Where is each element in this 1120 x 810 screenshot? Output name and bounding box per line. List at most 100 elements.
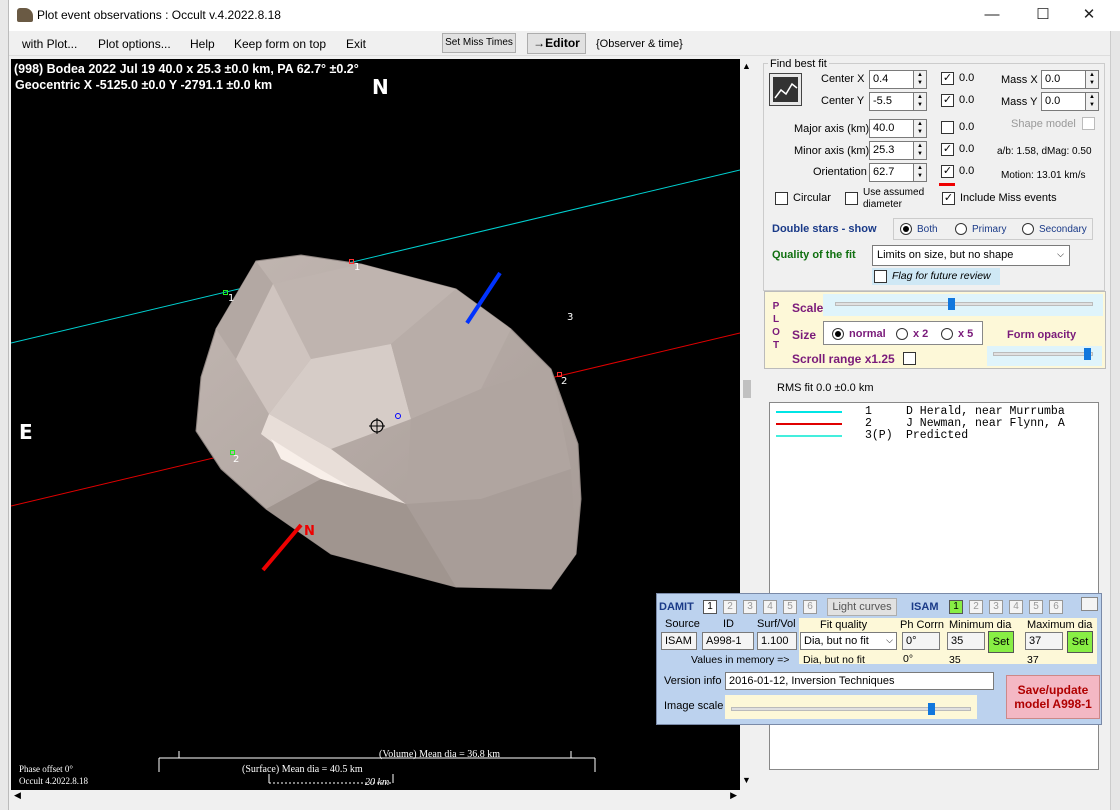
flag-review-checkbox[interactable] [874, 270, 887, 283]
scroll-down-icon[interactable]: ▼ [742, 775, 751, 785]
version-info-field[interactable]: 2016-01-12, Inversion Techniques [725, 672, 994, 690]
shape-model-checkbox[interactable] [1082, 117, 1095, 130]
center-y-checkbox[interactable]: ✓ [941, 94, 954, 107]
minimize-button[interactable]: — [972, 4, 1012, 26]
close-button[interactable]: ✕ [1069, 4, 1109, 26]
menu-help[interactable]: Help [190, 37, 215, 51]
damit-tab-1[interactable]: 1 [703, 600, 717, 614]
scroll-left-icon[interactable]: ◀ [14, 790, 21, 801]
scroll-right-icon[interactable]: ▶ [730, 790, 737, 801]
chevron-down-icon: ⌵ [886, 635, 893, 645]
minor-axis-spinner[interactable]: ▲ ▼ [913, 141, 927, 160]
scroll-thumb[interactable] [743, 380, 751, 398]
plot-canvas[interactable]: (998) Bodea 2022 Jul 19 40.0 x 25.3 ±0.0… [11, 59, 740, 790]
major-axis-spinner[interactable]: ▲ ▼ [913, 119, 927, 138]
isam-tab-4[interactable]: 4 [1009, 600, 1023, 614]
menu-exit[interactable]: Exit [346, 37, 366, 51]
damit-tab-2[interactable]: 2 [723, 600, 737, 614]
circular-checkbox[interactable] [775, 192, 788, 205]
isam-tab-6[interactable]: 6 [1049, 600, 1063, 614]
orientation-checkbox[interactable]: ✓ [941, 165, 954, 178]
damit-tab-6[interactable]: 6 [803, 600, 817, 614]
best-fit-button[interactable] [769, 73, 802, 106]
save-update-model-button[interactable]: Save/update model A998-1 [1006, 675, 1100, 719]
major-axis-checkbox[interactable] [941, 121, 954, 134]
set-miss-times-button[interactable]: Set Miss Times [442, 33, 516, 53]
version-label: Occult 4.2022.8.18 [19, 776, 88, 786]
set-min-button[interactable]: Set [988, 631, 1014, 653]
image-scale-slider-thumb[interactable] [928, 703, 936, 715]
mass-y-spinner[interactable]: ▲ ▼ [1085, 92, 1099, 111]
menu-plot-options[interactable]: Plot options... [98, 37, 171, 51]
legend-bottom [769, 770, 1109, 790]
maximize-button[interactable]: ☐ [1023, 4, 1063, 26]
orientation-input[interactable]: 62.7 [869, 163, 914, 182]
use-assumed-checkbox[interactable] [845, 192, 858, 205]
quality-dropdown[interactable]: Limits on size, but no shape ⌵ [872, 245, 1070, 266]
damit-tab-3[interactable]: 3 [743, 600, 757, 614]
scale-slider-thumb[interactable] [947, 298, 955, 310]
damit-tab-5[interactable]: 5 [783, 600, 797, 614]
source-field[interactable]: ISAM [661, 632, 697, 650]
panel-close-box[interactable] [1081, 597, 1098, 611]
major-axis-input[interactable]: 40.0 [869, 119, 914, 138]
plot-horizontal-scrollbar[interactable]: ◀ ▶ [11, 790, 740, 804]
include-miss-checkbox[interactable]: ✓ [942, 192, 955, 205]
secondary-radio[interactable] [1022, 223, 1034, 235]
app-icon [17, 8, 33, 22]
minor-axis-input[interactable]: 25.3 [869, 141, 914, 160]
opacity-slider-track[interactable] [993, 352, 1093, 356]
menu-keep-on-top[interactable]: Keep form on top [234, 37, 326, 51]
set-max-button[interactable]: Set [1067, 631, 1093, 653]
double-stars-label: Double stars - show [772, 223, 877, 235]
orientation-spinner[interactable]: ▲ ▼ [913, 163, 927, 182]
fit-quality-dropdown[interactable]: Dia, but no fit ⌵ [800, 632, 897, 650]
opacity-slider-thumb[interactable] [1084, 348, 1092, 360]
legend-name-3: Predicted [906, 429, 969, 442]
east-label: E [19, 420, 33, 444]
minor-axis-offset: 0.0 [959, 143, 975, 155]
mass-y-input[interactable]: 0.0 [1041, 92, 1086, 111]
isam-tab-3[interactable]: 3 [989, 600, 1003, 614]
primary-radio[interactable] [955, 223, 967, 235]
scroll-up-icon[interactable]: ▲ [742, 61, 751, 71]
editor-button[interactable]: →Editor [527, 33, 586, 54]
isam-tab-1[interactable]: 1 [949, 600, 963, 614]
orientation-label: Orientation [813, 166, 867, 178]
shape-model-label: Shape model [1011, 118, 1076, 130]
values-in-memory-label: Values in memory => [691, 654, 790, 666]
id-field[interactable]: A998-1 [702, 632, 754, 650]
ph-corr-field[interactable]: 0° [902, 632, 940, 650]
damit-tab-4[interactable]: 4 [763, 600, 777, 614]
both-radio[interactable] [900, 223, 912, 235]
menu-with-plot[interactable]: with Plot... [22, 37, 77, 51]
center-y-input[interactable]: -5.5 [869, 92, 914, 111]
size-x2-radio[interactable] [896, 328, 908, 340]
scale-slider-track[interactable] [835, 302, 1093, 306]
isam-tab-5[interactable]: 5 [1029, 600, 1043, 614]
min-dia-field[interactable]: 35 [947, 632, 985, 650]
chord-label: 1 [354, 262, 361, 273]
orientation-color-indicator [939, 183, 955, 186]
minor-axis-checkbox[interactable]: ✓ [941, 143, 954, 156]
size-normal-radio[interactable] [832, 328, 844, 340]
max-dia-field[interactable]: 37 [1025, 632, 1063, 650]
center-y-spinner[interactable]: ▲ ▼ [913, 92, 927, 111]
plot-header-geocentric: Geocentric X -5125.0 ±0.0 Y -2791.1 ±0.0… [15, 78, 273, 92]
mass-x-input[interactable]: 0.0 [1041, 70, 1086, 89]
light-curves-button[interactable]: Light curves [827, 598, 897, 616]
mass-x-spinner[interactable]: ▲ ▼ [1085, 70, 1099, 89]
form-opacity-label: Form opacity [1007, 329, 1077, 341]
center-x-spinner[interactable]: ▲ ▼ [913, 70, 927, 89]
isam-tab-2[interactable]: 2 [969, 600, 983, 614]
surf-vol-field[interactable]: 1.100 [757, 632, 797, 650]
scroll-range-checkbox[interactable] [903, 352, 916, 365]
center-x-input[interactable]: 0.4 [869, 70, 914, 89]
orientation-offset: 0.0 [959, 165, 975, 177]
size-x5-radio[interactable] [941, 328, 953, 340]
center-x-checkbox[interactable]: ✓ [941, 72, 954, 85]
isam-label: ISAM [911, 601, 939, 613]
plot-header-title: (998) Bodea 2022 Jul 19 40.0 x 25.3 ±0.0… [14, 62, 359, 76]
center-y-label: Center Y [821, 95, 865, 107]
window-title: Plot event observations : Occult v.4.202… [37, 8, 281, 22]
